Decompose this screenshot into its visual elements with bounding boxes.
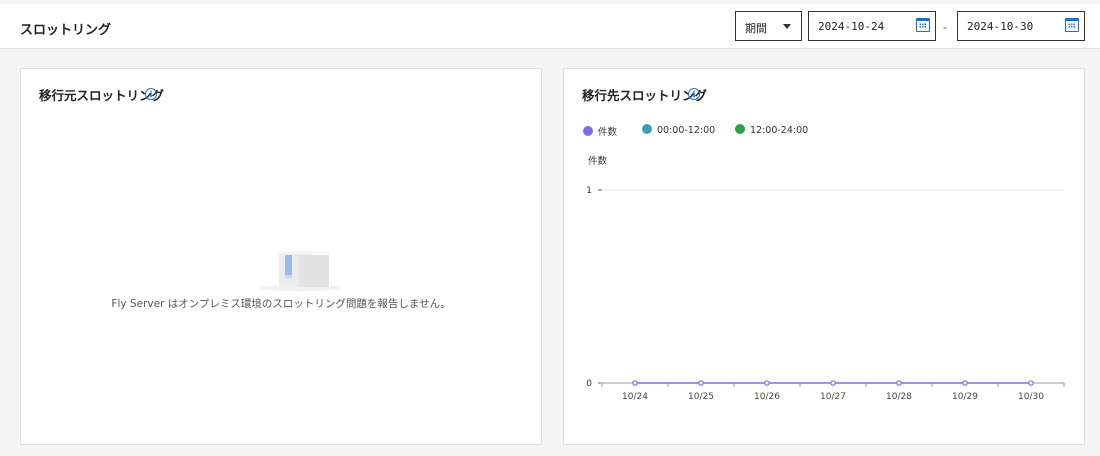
x-tick-label: 10/28 bbox=[886, 392, 912, 402]
data-point bbox=[764, 380, 770, 386]
app-root: スロットリング 期間 2024-10-24 - 2024-10-30 移行元スロ… bbox=[0, 0, 1100, 456]
source-throttling-panel: 移行元スロットリング i Fly Server はオンプレミス環境のスロットリン… bbox=[20, 68, 542, 445]
period-select[interactable]: 期間 bbox=[735, 11, 802, 41]
page-title: スロットリング bbox=[20, 23, 112, 38]
y-axis-label: 件数 bbox=[588, 155, 608, 167]
period-select-label: 期間 bbox=[745, 22, 767, 35]
start-date-value: 2024-10-24 bbox=[818, 20, 885, 33]
legend-swatch bbox=[583, 126, 593, 136]
target-throttling-panel: 件数 0 1 10/24 10/25 10/26 10/27 10/28 10/29 10/30 … bbox=[563, 68, 1085, 445]
x-tick-label: 10/27 bbox=[820, 392, 846, 402]
calendar-icon[interactable] bbox=[916, 18, 930, 32]
legend-label: 12:00-24:00 bbox=[750, 125, 809, 136]
x-tick-label: 10/30 bbox=[1018, 392, 1044, 402]
date-range-separator: - bbox=[943, 21, 947, 34]
end-date-input[interactable]: 2024-10-30 bbox=[957, 11, 1085, 41]
page-header: スロットリング 期間 2024-10-24 - 2024-10-30 bbox=[0, 0, 1100, 49]
empty-state-illustration bbox=[260, 251, 340, 291]
data-point bbox=[896, 380, 902, 386]
x-tick-label: 10/25 bbox=[688, 392, 714, 402]
legend-item-afternoon[interactable]: 12:00-24:00 bbox=[735, 124, 808, 136]
data-point bbox=[632, 380, 638, 386]
start-date-input[interactable]: 2024-10-24 bbox=[808, 11, 936, 41]
end-date-value: 2024-10-30 bbox=[967, 20, 1034, 33]
calendar-icon[interactable] bbox=[1065, 18, 1079, 32]
y-tick-label: 1 bbox=[586, 186, 592, 196]
legend-label: 00:00-12:00 bbox=[657, 125, 716, 136]
data-point bbox=[830, 380, 836, 386]
x-tick-label: 10/24 bbox=[622, 392, 648, 402]
data-point bbox=[698, 380, 704, 386]
info-icon[interactable]: i bbox=[145, 88, 157, 100]
y-tick-label: 0 bbox=[586, 379, 592, 389]
legend-swatch bbox=[735, 124, 745, 134]
x-tick-label: 10/29 bbox=[952, 392, 978, 402]
data-point bbox=[1028, 380, 1034, 386]
info-icon[interactable]: i bbox=[688, 88, 700, 100]
legend-label: 件数 bbox=[598, 127, 618, 138]
legend-item-morning[interactable]: 00:00-12:00 bbox=[642, 124, 715, 136]
data-point bbox=[962, 380, 968, 386]
x-tick-label: 10/26 bbox=[754, 392, 780, 402]
legend-item-count[interactable]: 件数 bbox=[583, 124, 617, 138]
chevron-down-icon bbox=[783, 24, 791, 29]
legend-swatch bbox=[642, 124, 652, 134]
empty-state-message: Fly Server はオンプレミス環境のスロットリング問題を報告しません。 bbox=[111, 298, 451, 310]
